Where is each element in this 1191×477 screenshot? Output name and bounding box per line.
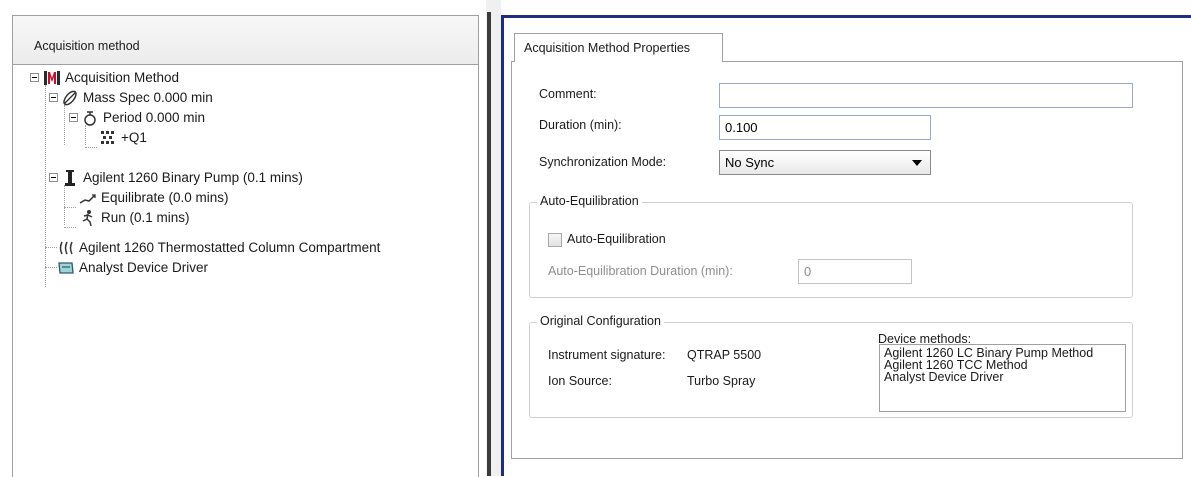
auto-equilibration-group-title: Auto-Equilibration: [537, 194, 642, 208]
chevron-down-icon: [912, 160, 922, 166]
pump-icon: [61, 169, 79, 187]
sync-mode-value: No Sync: [725, 155, 775, 170]
auto-equilibration-duration-label: Auto-Equilibration Duration (min):: [548, 264, 733, 278]
splitter-grip[interactable]: [487, 12, 491, 476]
collapse-acquisition-method-icon[interactable]: [30, 73, 39, 82]
duration-label: Duration (min):: [539, 118, 622, 132]
tree-item-equilibrate[interactable]: Equilibrate (0.0 mins): [79, 188, 229, 208]
original-configuration-group-title: Original Configuration: [537, 314, 664, 328]
tab-acquisition-method-properties[interactable]: Acquisition Method Properties: [514, 33, 723, 62]
tree-item-mass-spec[interactable]: Mass Spec 0.000 min: [61, 88, 213, 108]
ion-source-value: Turbo Spray: [687, 374, 756, 388]
sync-mode-label: Synchronization Mode:: [539, 155, 667, 169]
run-icon: [79, 209, 97, 227]
collapse-period-icon[interactable]: [69, 113, 78, 122]
list-item[interactable]: Analyst Device Driver: [884, 371, 1121, 384]
tree-item-run[interactable]: Run (0.1 mins): [79, 208, 190, 228]
mass-spec-icon: [61, 89, 79, 107]
tree-item-q1[interactable]: +Q1: [99, 128, 147, 148]
duration-field[interactable]: 0.100: [719, 115, 931, 140]
device-methods-list[interactable]: Agilent 1260 LC Binary Pump Method Agile…: [879, 344, 1126, 412]
experiment-icon: [99, 129, 117, 147]
period-icon: [81, 109, 99, 127]
collapse-mass-spec-icon[interactable]: [49, 93, 58, 102]
collapse-pump-icon[interactable]: [49, 173, 58, 182]
tree-item-column-compartment[interactable]: Agilent 1260 Thermostatted Column Compar…: [57, 238, 380, 258]
tree-item-period[interactable]: Period 0.000 min: [81, 108, 205, 128]
auto-equilibration-duration-field[interactable]: 0: [798, 259, 912, 284]
column-compartment-icon: [57, 239, 75, 257]
left-pane: Acquisition method Acquisition Method Ma…: [0, 0, 486, 477]
method-tree[interactable]: Acquisition Method Mass Spec 0.000 min P…: [13, 65, 478, 477]
acquisition-method-icon: [43, 69, 61, 87]
instrument-signature-label: Instrument signature:: [548, 348, 666, 362]
auto-equilibration-checkbox[interactable]: [548, 233, 562, 247]
tree-item-binary-pump[interactable]: Agilent 1260 Binary Pump (0.1 mins): [61, 168, 303, 188]
tree-item-analyst-device-driver[interactable]: Analyst Device Driver: [57, 258, 208, 278]
equilibrate-icon: [79, 189, 97, 207]
sync-mode-select[interactable]: No Sync: [719, 150, 931, 175]
instrument-signature-value: QTRAP 5500: [687, 348, 762, 362]
comment-label: Comment:: [539, 87, 597, 101]
comment-field[interactable]: [719, 83, 1133, 108]
panel-title: Acquisition method: [34, 39, 140, 53]
acquisition-method-panel: Acquisition method Acquisition Method Ma…: [12, 15, 479, 477]
device-driver-icon: [57, 259, 75, 277]
panel-header: Acquisition method: [13, 16, 478, 65]
auto-equilibration-checkbox-label: Auto-Equilibration: [567, 232, 666, 246]
tree-item-acquisition-method[interactable]: Acquisition Method: [43, 68, 179, 88]
ion-source-label: Ion Source:: [548, 374, 612, 388]
